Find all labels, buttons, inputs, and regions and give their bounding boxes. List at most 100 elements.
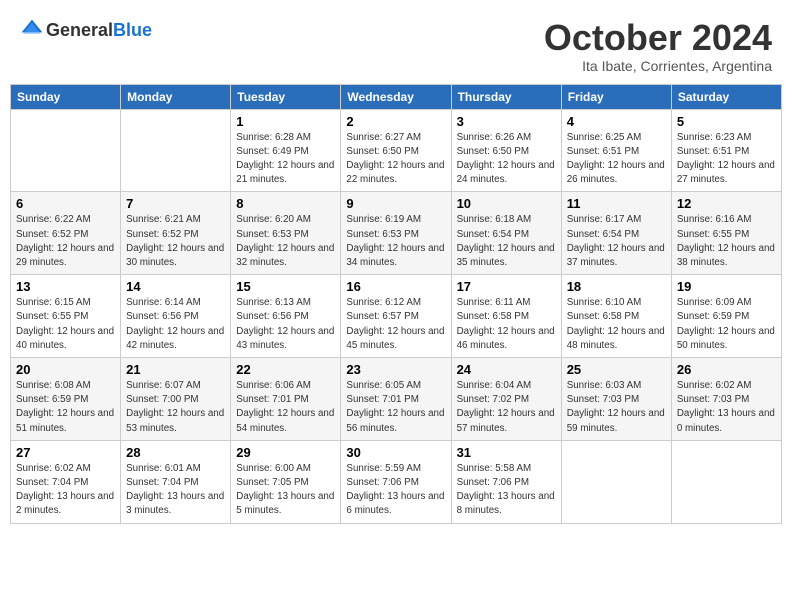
day-number: 28 bbox=[126, 445, 225, 460]
day-number: 13 bbox=[16, 279, 115, 294]
calendar-week-row: 27Sunrise: 6:02 AM Sunset: 7:04 PM Dayli… bbox=[11, 440, 782, 523]
day-info: Sunrise: 5:59 AM Sunset: 7:06 PM Dayligh… bbox=[346, 462, 445, 519]
logo-blue-text: Blue bbox=[113, 20, 152, 40]
day-number: 24 bbox=[457, 362, 556, 377]
day-info: Sunrise: 6:28 AM Sunset: 6:49 PM Dayligh… bbox=[236, 131, 335, 188]
day-of-week-header: Wednesday bbox=[341, 84, 451, 109]
calendar-cell: 29 Sunrise: 6:00 AM Sunset: 7:05 PM Dayli… bbox=[231, 440, 341, 523]
calendar-cell: 10Sunrise: 6:18 AM Sunset: 6:54 PM Dayli… bbox=[451, 192, 561, 275]
day-info: Sunrise: 6:19 AM Sunset: 6:53 PM Dayligh… bbox=[346, 213, 445, 270]
day-number: 20 bbox=[16, 362, 115, 377]
location-subtitle: Ita Ibate, Corrientes, Argentina bbox=[544, 58, 772, 74]
calendar-cell: 27Sunrise: 6:02 AM Sunset: 7:04 PM Dayli… bbox=[11, 440, 121, 523]
calendar-cell: 1 Sunrise: 6:28 AM Sunset: 6:49 PM Daylig… bbox=[231, 109, 341, 192]
day-number: 11 bbox=[567, 196, 666, 211]
day-info: Sunrise: 6:07 AM Sunset: 7:00 PM Dayligh… bbox=[126, 379, 225, 436]
calendar-body: 1 Sunrise: 6:28 AM Sunset: 6:49 PM Daylig… bbox=[11, 109, 782, 523]
day-info: Sunrise: 6:05 AM Sunset: 7:01 PM Dayligh… bbox=[346, 379, 445, 436]
calendar-week-row: 6 Sunrise: 6:22 AM Sunset: 6:52 PM Daylig… bbox=[11, 192, 782, 275]
calendar-cell: 26 Sunrise: 6:02 AM Sunset: 7:03 PM Dayli… bbox=[671, 358, 781, 441]
calendar-cell: 30 Sunrise: 5:59 AM Sunset: 7:06 PM Dayli… bbox=[341, 440, 451, 523]
calendar-header: SundayMondayTuesdayWednesdayThursdayFrid… bbox=[11, 84, 782, 109]
calendar-table: SundayMondayTuesdayWednesdayThursdayFrid… bbox=[10, 84, 782, 524]
calendar-cell: 22Sunrise: 6:06 AM Sunset: 7:01 PM Dayli… bbox=[231, 358, 341, 441]
day-number: 26 bbox=[677, 362, 776, 377]
day-info: Sunrise: 6:22 AM Sunset: 6:52 PM Dayligh… bbox=[16, 213, 115, 270]
day-number: 17 bbox=[457, 279, 556, 294]
day-info: Sunrise: 6:11 AM Sunset: 6:58 PM Dayligh… bbox=[457, 296, 556, 353]
day-info: Sunrise: 6:08 AM Sunset: 6:59 PM Dayligh… bbox=[16, 379, 115, 436]
calendar-cell: 9 Sunrise: 6:19 AM Sunset: 6:53 PM Daylig… bbox=[341, 192, 451, 275]
day-number: 1 bbox=[236, 114, 335, 129]
day-info: Sunrise: 6:21 AM Sunset: 6:52 PM Dayligh… bbox=[126, 213, 225, 270]
day-number: 9 bbox=[346, 196, 445, 211]
day-of-week-header: Saturday bbox=[671, 84, 781, 109]
logo-general-text: General bbox=[46, 20, 113, 40]
day-info: Sunrise: 6:27 AM Sunset: 6:50 PM Dayligh… bbox=[346, 131, 445, 188]
calendar-cell: 21Sunrise: 6:07 AM Sunset: 7:00 PM Dayli… bbox=[121, 358, 231, 441]
calendar-cell bbox=[11, 109, 121, 192]
day-info: Sunrise: 6:17 AM Sunset: 6:54 PM Dayligh… bbox=[567, 213, 666, 270]
day-info: Sunrise: 6:12 AM Sunset: 6:57 PM Dayligh… bbox=[346, 296, 445, 353]
day-info: Sunrise: 6:09 AM Sunset: 6:59 PM Dayligh… bbox=[677, 296, 776, 353]
month-title: October 2024 bbox=[544, 18, 772, 58]
day-info: Sunrise: 6:23 AM Sunset: 6:51 PM Dayligh… bbox=[677, 131, 776, 188]
calendar-cell: 11 Sunrise: 6:17 AM Sunset: 6:54 PM Dayli… bbox=[561, 192, 671, 275]
day-number: 5 bbox=[677, 114, 776, 129]
header-row: SundayMondayTuesdayWednesdayThursdayFrid… bbox=[11, 84, 782, 109]
calendar-cell: 2 Sunrise: 6:27 AM Sunset: 6:50 PM Daylig… bbox=[341, 109, 451, 192]
calendar-cell bbox=[121, 109, 231, 192]
calendar-cell: 4 Sunrise: 6:25 AM Sunset: 6:51 PM Daylig… bbox=[561, 109, 671, 192]
day-of-week-header: Monday bbox=[121, 84, 231, 109]
day-number: 6 bbox=[16, 196, 115, 211]
day-number: 16 bbox=[346, 279, 445, 294]
day-number: 2 bbox=[346, 114, 445, 129]
page-header: GeneralBlue October 2024 Ita Ibate, Corr… bbox=[10, 10, 782, 78]
day-info: Sunrise: 6:10 AM Sunset: 6:58 PM Dayligh… bbox=[567, 296, 666, 353]
day-number: 15 bbox=[236, 279, 335, 294]
day-number: 18 bbox=[567, 279, 666, 294]
day-info: Sunrise: 6:15 AM Sunset: 6:55 PM Dayligh… bbox=[16, 296, 115, 353]
calendar-cell: 13 Sunrise: 6:15 AM Sunset: 6:55 PM Dayli… bbox=[11, 275, 121, 358]
calendar-cell: 12 Sunrise: 6:16 AM Sunset: 6:55 PM Dayli… bbox=[671, 192, 781, 275]
day-number: 14 bbox=[126, 279, 225, 294]
day-number: 3 bbox=[457, 114, 556, 129]
day-info: Sunrise: 6:02 AM Sunset: 7:04 PM Dayligh… bbox=[16, 462, 115, 519]
day-number: 29 bbox=[236, 445, 335, 460]
calendar-cell: 15 Sunrise: 6:13 AM Sunset: 6:56 PM Dayli… bbox=[231, 275, 341, 358]
day-info: Sunrise: 6:26 AM Sunset: 6:50 PM Dayligh… bbox=[457, 131, 556, 188]
day-number: 25 bbox=[567, 362, 666, 377]
day-number: 4 bbox=[567, 114, 666, 129]
day-info: Sunrise: 5:58 AM Sunset: 7:06 PM Dayligh… bbox=[457, 462, 556, 519]
day-info: Sunrise: 6:13 AM Sunset: 6:56 PM Dayligh… bbox=[236, 296, 335, 353]
calendar-cell: 18 Sunrise: 6:10 AM Sunset: 6:58 PM Dayli… bbox=[561, 275, 671, 358]
calendar-week-row: 1 Sunrise: 6:28 AM Sunset: 6:49 PM Daylig… bbox=[11, 109, 782, 192]
day-of-week-header: Thursday bbox=[451, 84, 561, 109]
logo-icon bbox=[20, 18, 44, 42]
day-info: Sunrise: 6:20 AM Sunset: 6:53 PM Dayligh… bbox=[236, 213, 335, 270]
day-info: Sunrise: 6:06 AM Sunset: 7:01 PM Dayligh… bbox=[236, 379, 335, 436]
day-number: 7 bbox=[126, 196, 225, 211]
calendar-cell: 24Sunrise: 6:04 AM Sunset: 7:02 PM Dayli… bbox=[451, 358, 561, 441]
day-number: 30 bbox=[346, 445, 445, 460]
day-info: Sunrise: 6:25 AM Sunset: 6:51 PM Dayligh… bbox=[567, 131, 666, 188]
day-info: Sunrise: 6:16 AM Sunset: 6:55 PM Dayligh… bbox=[677, 213, 776, 270]
day-number: 23 bbox=[346, 362, 445, 377]
day-number: 10 bbox=[457, 196, 556, 211]
day-of-week-header: Tuesday bbox=[231, 84, 341, 109]
calendar-cell: 23 Sunrise: 6:05 AM Sunset: 7:01 PM Dayli… bbox=[341, 358, 451, 441]
calendar-cell: 17 Sunrise: 6:11 AM Sunset: 6:58 PM Dayli… bbox=[451, 275, 561, 358]
calendar-cell: 5 Sunrise: 6:23 AM Sunset: 6:51 PM Daylig… bbox=[671, 109, 781, 192]
calendar-cell: 8Sunrise: 6:20 AM Sunset: 6:53 PM Daylig… bbox=[231, 192, 341, 275]
day-number: 12 bbox=[677, 196, 776, 211]
day-info: Sunrise: 6:00 AM Sunset: 7:05 PM Dayligh… bbox=[236, 462, 335, 519]
calendar-cell bbox=[561, 440, 671, 523]
day-info: Sunrise: 6:14 AM Sunset: 6:56 PM Dayligh… bbox=[126, 296, 225, 353]
calendar-week-row: 13 Sunrise: 6:15 AM Sunset: 6:55 PM Dayli… bbox=[11, 275, 782, 358]
calendar-cell: 20 Sunrise: 6:08 AM Sunset: 6:59 PM Dayli… bbox=[11, 358, 121, 441]
calendar-cell: 19Sunrise: 6:09 AM Sunset: 6:59 PM Dayli… bbox=[671, 275, 781, 358]
day-of-week-header: Friday bbox=[561, 84, 671, 109]
calendar-week-row: 20 Sunrise: 6:08 AM Sunset: 6:59 PM Dayli… bbox=[11, 358, 782, 441]
day-info: Sunrise: 6:02 AM Sunset: 7:03 PM Dayligh… bbox=[677, 379, 776, 436]
day-of-week-header: Sunday bbox=[11, 84, 121, 109]
